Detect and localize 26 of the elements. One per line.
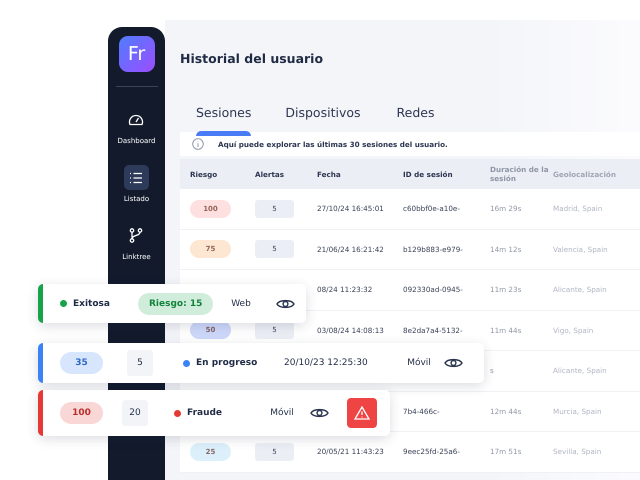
nav-item[interactable] xyxy=(124,165,149,190)
branch-icon xyxy=(129,228,144,243)
eye-icon[interactable] xyxy=(444,357,463,369)
status-label: En progreso xyxy=(196,358,258,368)
tab[interactable]: Redes xyxy=(396,105,434,132)
status-label: Exitosa xyxy=(73,298,110,308)
alert-button[interactable] xyxy=(347,398,377,428)
list-icon xyxy=(129,172,144,184)
device-label: Móvil xyxy=(270,408,294,418)
app-logo[interactable]: Fr xyxy=(118,36,154,72)
risk-badge: 35 xyxy=(60,352,103,374)
page-title: Historial del usuario xyxy=(180,50,324,68)
alert-count: 20 xyxy=(122,400,148,426)
info-icon xyxy=(192,138,204,150)
device-label: Móvil xyxy=(407,358,431,368)
risk-badge: 100 xyxy=(60,402,103,424)
warning-icon xyxy=(354,406,370,420)
device-label: Web xyxy=(231,298,251,308)
eye-icon[interactable] xyxy=(310,407,329,419)
status-label: Fraude xyxy=(187,408,222,418)
eye-icon[interactable] xyxy=(276,298,295,310)
alert-count: 5 xyxy=(127,350,153,376)
tab[interactable]: Dispositivos xyxy=(285,105,361,132)
gauge-icon xyxy=(128,113,144,126)
session-date: 20/10/23 12:25:30 xyxy=(284,358,369,368)
risk-badge: Riesgo: 15 xyxy=(138,292,214,314)
